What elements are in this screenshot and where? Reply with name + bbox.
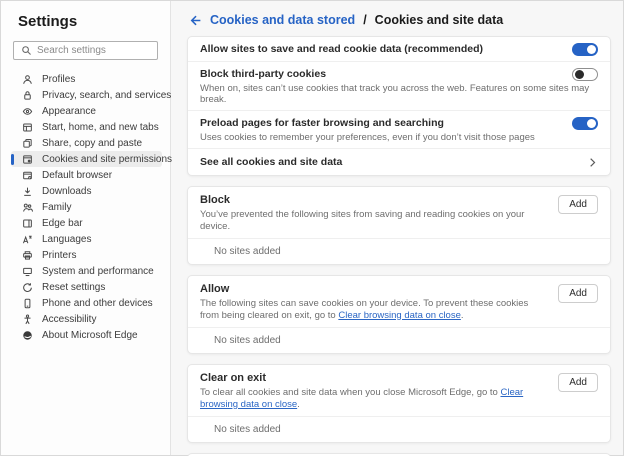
sidebar-item-reset[interactable]: Reset settings: [11, 279, 162, 295]
see-all-cookies-label: See all cookies and site data: [200, 155, 342, 169]
clear-empty-state: No sites added: [188, 416, 610, 442]
allow-card-description: The following sites can save cookies on …: [200, 298, 546, 321]
default-browser-icon: [21, 169, 33, 181]
sidebar-item-about-edge[interactable]: About Microsoft Edge: [11, 327, 162, 343]
block-third-party-description: When on, sites can’t use cookies that tr…: [200, 83, 598, 105]
clear-on-exit-card: Clear on exit To clear all cookies and s…: [187, 364, 611, 443]
allow-cookies-row: Allow sites to save and read cookie data…: [188, 37, 610, 61]
sidebar-item-default-browser[interactable]: Default browser: [11, 167, 162, 183]
block-card-description: You’ve prevented the following sites fro…: [200, 209, 546, 232]
search-icon: [20, 45, 32, 57]
downloads-icon: [21, 185, 33, 197]
cookie-settings-card: Allow sites to save and read cookie data…: [187, 36, 611, 176]
block-third-party-row: Block third-party cookies When on, sites…: [188, 61, 610, 110]
see-all-cookies-row[interactable]: See all cookies and site data: [188, 148, 610, 175]
preload-pages-label: Preload pages for faster browsing and se…: [200, 116, 444, 130]
start-home-icon: [21, 121, 33, 133]
sidebar-item-profiles[interactable]: Profiles: [11, 71, 162, 87]
reset-icon: [21, 281, 33, 293]
breadcrumb-separator: /: [363, 13, 366, 27]
allow-sites-card: Allow The following sites can save cooki…: [187, 275, 611, 354]
sidebar-item-label: Default browser: [42, 170, 112, 181]
preload-pages-row: Preload pages for faster browsing and se…: [188, 110, 610, 148]
search-input[interactable]: [37, 45, 151, 56]
edge-settings-window: Settings Profiles Privacy, search, and s…: [0, 0, 624, 456]
preload-pages-description: Uses cookies to remember your preference…: [200, 132, 598, 143]
languages-icon: [21, 233, 33, 245]
sidebar-item-label: Profiles: [42, 74, 75, 85]
clear-card-description: To clear all cookies and site data when …: [200, 387, 546, 410]
clear-browsing-data-link[interactable]: Clear browsing data on close: [338, 310, 461, 321]
settings-sidebar: Settings Profiles Privacy, search, and s…: [1, 1, 171, 455]
page-title: Settings: [18, 13, 170, 30]
breadcrumb-current: Cookies and site data: [375, 13, 504, 27]
accessibility-icon: [21, 313, 33, 325]
sidebar-item-label: Edge bar: [42, 218, 83, 229]
sidebar-item-label: About Microsoft Edge: [42, 330, 138, 341]
sidebar-item-label: Accessibility: [42, 314, 96, 325]
clear-card-desc-text: To clear all cookies and site data when …: [200, 387, 500, 398]
phone-icon: [21, 297, 33, 309]
allow-empty-state: No sites added: [188, 327, 610, 353]
profiles-icon: [21, 73, 33, 85]
allow-card-desc-suffix: .: [461, 310, 464, 321]
back-icon[interactable]: [189, 14, 202, 27]
sidebar-item-label: Reset settings: [42, 282, 105, 293]
sidebar-item-label: Share, copy and paste: [42, 138, 142, 149]
sidebar-item-label: System and performance: [42, 266, 154, 277]
sidebar-item-appearance[interactable]: Appearance: [11, 103, 162, 119]
preload-pages-toggle[interactable]: [572, 117, 598, 130]
family-icon: [21, 201, 33, 213]
sidebar-item-label: Languages: [42, 234, 92, 245]
sidebar-item-phone[interactable]: Phone and other devices: [11, 295, 162, 311]
sidebar-item-printers[interactable]: Printers: [11, 247, 162, 263]
block-third-party-label: Block third-party cookies: [200, 67, 326, 81]
sidebar-item-downloads[interactable]: Downloads: [11, 183, 162, 199]
search-box[interactable]: [13, 41, 158, 60]
settings-content: Cookies and data stored / Cookies and si…: [171, 1, 623, 455]
printers-icon: [21, 249, 33, 261]
sidebar-item-label: Cookies and site permissions: [42, 154, 172, 165]
sidebar-item-label: Start, home, and new tabs: [42, 122, 159, 133]
breadcrumb-parent-link[interactable]: Cookies and data stored: [210, 13, 355, 27]
edge-logo-icon: [21, 329, 33, 341]
chevron-right-icon: [587, 157, 598, 168]
allow-card-title: Allow: [200, 283, 546, 296]
block-third-party-toggle[interactable]: [572, 68, 598, 81]
sidebar-item-label: Family: [42, 202, 71, 213]
sidebar-item-privacy[interactable]: Privacy, search, and services: [11, 87, 162, 103]
sidebar-item-cookies-permissions[interactable]: Cookies and site permissions: [11, 151, 162, 167]
allow-add-button[interactable]: Add: [558, 284, 598, 303]
sidebar-item-languages[interactable]: Languages: [11, 231, 162, 247]
sidebar-item-label: Phone and other devices: [42, 298, 153, 309]
sidebar-item-label: Appearance: [42, 106, 96, 117]
allow-cookies-toggle[interactable]: [572, 43, 598, 56]
block-add-button[interactable]: Add: [558, 195, 598, 214]
block-sites-card: Block You’ve prevented the following sit…: [187, 186, 611, 265]
allow-cookies-label: Allow sites to save and read cookie data…: [200, 42, 483, 56]
clear-card-title: Clear on exit: [200, 372, 546, 385]
sidebar-nav: Profiles Privacy, search, and services A…: [1, 69, 170, 345]
cookies-permissions-icon: [21, 153, 33, 165]
sidebar-item-start-home[interactable]: Start, home, and new tabs: [11, 119, 162, 135]
sidebar-item-system[interactable]: System and performance: [11, 263, 162, 279]
sidebar-item-edge-bar[interactable]: Edge bar: [11, 215, 162, 231]
clear-card-desc-suffix: .: [297, 399, 300, 410]
clear-add-button[interactable]: Add: [558, 373, 598, 392]
block-card-title: Block: [200, 194, 546, 207]
share-copy-icon: [21, 137, 33, 149]
privacy-icon: [21, 89, 33, 101]
sidebar-item-label: Privacy, search, and services: [42, 90, 171, 101]
breadcrumb: Cookies and data stored / Cookies and si…: [189, 13, 611, 27]
edge-bar-icon: [21, 217, 33, 229]
system-icon: [21, 265, 33, 277]
sidebar-item-label: Printers: [42, 250, 76, 261]
appearance-icon: [21, 105, 33, 117]
sidebar-item-share-copy[interactable]: Share, copy and paste: [11, 135, 162, 151]
sidebar-item-family[interactable]: Family: [11, 199, 162, 215]
sidebar-item-label: Downloads: [42, 186, 91, 197]
sidebar-item-accessibility[interactable]: Accessibility: [11, 311, 162, 327]
block-empty-state: No sites added: [188, 238, 610, 264]
